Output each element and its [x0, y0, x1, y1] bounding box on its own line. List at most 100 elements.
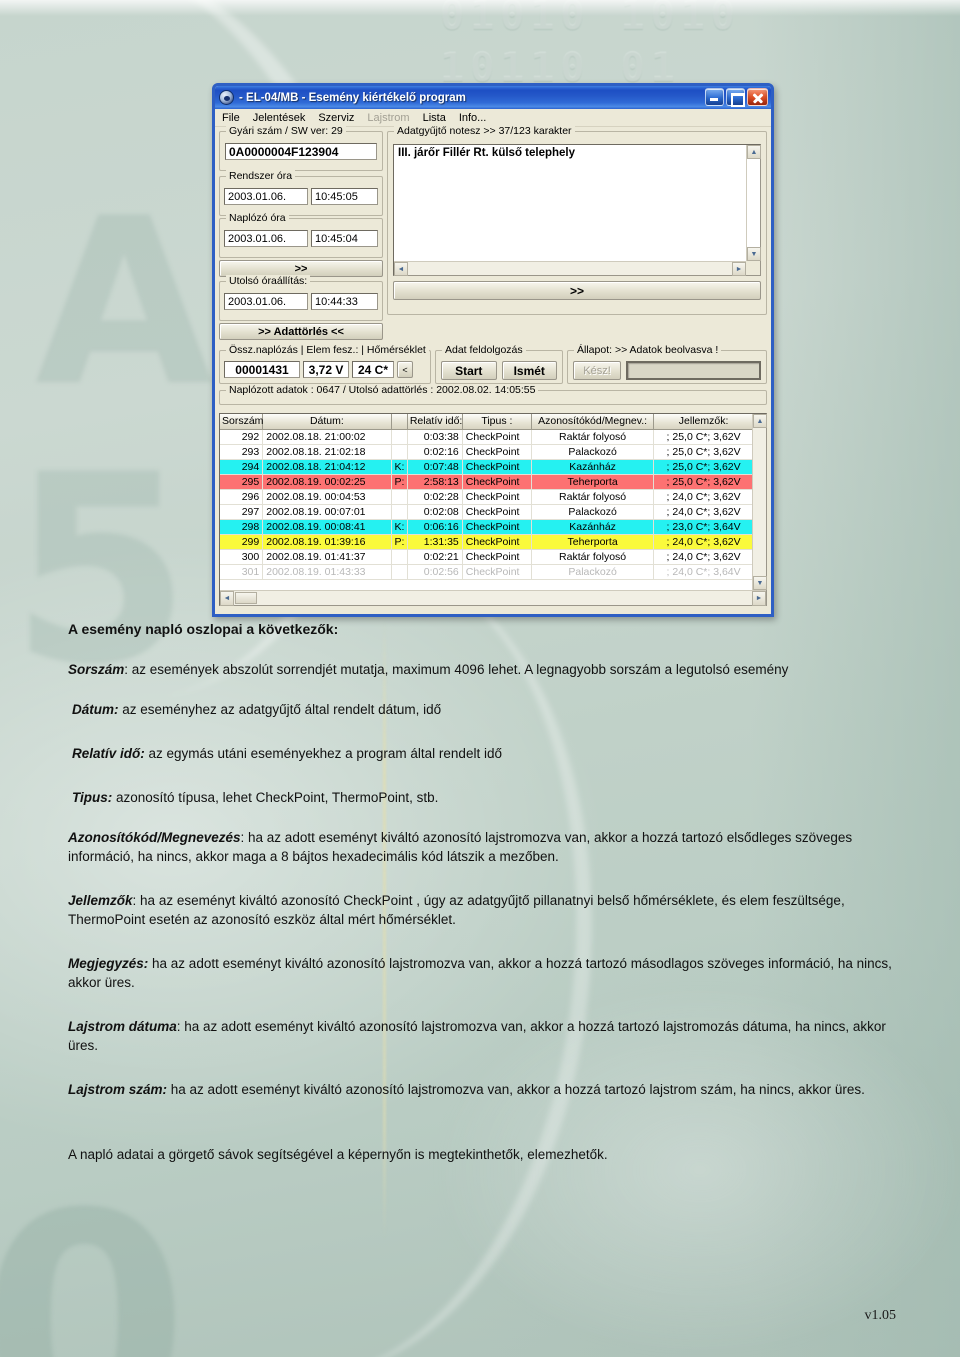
col-header-jellemzok[interactable]: Jellemzők:	[653, 414, 754, 430]
table-row[interactable]: 298 2002.08.19. 00:08:41 K: 0:06:16 CheckPoi…	[220, 519, 754, 535]
cell-relativ-ido: 0:02:08	[407, 504, 463, 520]
col-header-flag[interactable]	[391, 414, 408, 430]
table-row[interactable]: 296 2002.08.19. 00:04:53 0:02:28 CheckPoint…	[220, 489, 754, 505]
cell-tipus: CheckPoint	[462, 534, 533, 550]
cell-tipus: CheckPoint	[462, 564, 533, 580]
repeat-button[interactable]: Ismét	[501, 361, 557, 380]
last-clock-set-date: 2003.01.06.	[224, 293, 308, 310]
cell-relativ-ido: 0:02:56	[407, 564, 463, 580]
last-clock-set-time: 10:44:33	[311, 293, 378, 310]
menu-item-lajstrom: Lajstrom	[367, 111, 410, 124]
table-row[interactable]: 300 2002.08.19. 01:41:37 0:02:21 CheckPoint…	[220, 549, 754, 565]
menu-item-szerviz[interactable]: Szerviz	[318, 112, 354, 124]
cell-tipus: CheckPoint	[462, 429, 533, 445]
table-row[interactable]: 293 2002.08.18. 21:02:18 0:02:16 CheckPoint…	[220, 444, 754, 460]
table-row[interactable]: 297 2002.08.19. 00:07:01 0:02:08 CheckPoint…	[220, 504, 754, 520]
scroll-down-icon[interactable]: ▼	[747, 247, 761, 261]
cell-datum: 2002.08.19. 01:39:16	[262, 534, 392, 550]
scroll-right-icon[interactable]: ►	[732, 262, 746, 276]
cell-datum: 2002.08.19. 01:41:37	[262, 549, 392, 565]
grid-scroll-up-icon[interactable]: ▲	[753, 414, 767, 428]
doc-item: Dátum: az eseményhez az adatgyűjtő által…	[72, 700, 898, 719]
table-row[interactable]: 299 2002.08.19. 01:39:16 P: 1:31:35 CheckPoi…	[220, 534, 754, 550]
doc-intro: A esemény napló oszlopai a következők:	[68, 621, 339, 637]
cell-azonositokod: Raktár folyosó	[531, 549, 655, 565]
doc-item: Lajstrom szám: ha az adott eseményt kivá…	[68, 1080, 892, 1099]
doc-item: Megjegyzés: ha az adott eseményt kiváltó…	[68, 954, 892, 992]
cell-azonositokod: Teherporta	[531, 474, 655, 490]
col-header-azonositokod[interactable]: Azonosítókód/Megnev.:	[531, 414, 655, 430]
data-erase-button[interactable]: >> Adattörlés <<	[219, 323, 383, 340]
doc-item-list: Sorszám: az események abszolút sorrendjé…	[0, 660, 960, 1124]
cell-azonositokod: Kazánház	[531, 519, 655, 535]
cell-flag: K:	[391, 459, 408, 475]
maximize-button[interactable]	[726, 88, 745, 107]
grid-vertical-scrollbar[interactable]: ▲ ▼	[752, 414, 767, 590]
col-header-relativ-ido[interactable]: Relatív idő:	[407, 414, 463, 430]
cell-jellemzok: ; 24,0 C*; 3,64V	[653, 564, 754, 580]
doc-item-body: az eseményhez az adatgyűjtő által rendel…	[118, 702, 442, 717]
cell-sorszam: 293	[220, 444, 264, 460]
doc-item: Sorszám: az események abszolút sorrendjé…	[68, 660, 892, 679]
doc-closing: A napló adatai a görgető sávok segítségé…	[68, 1147, 608, 1162]
serial-number-field[interactable]: 0A0000004F123904	[225, 143, 377, 160]
grid-scroll-right-icon[interactable]: ►	[752, 591, 766, 606]
doc-item-body: : ha az adott eseményt kiváltó azonosító…	[68, 1019, 886, 1053]
table-row[interactable]: 294 2002.08.18. 21:04:12 K: 0:07:48 CheckPoi…	[220, 459, 754, 475]
table-row[interactable]: 295 2002.08.19. 00:02:25 P: 2:58:13 CheckPoi…	[220, 474, 754, 490]
table-body: 292 2002.08.18. 21:00:02 0:03:38 CheckPoint…	[220, 429, 754, 580]
cell-sorszam: 297	[220, 504, 264, 520]
doc-spacer	[0, 807, 960, 828]
grid-scroll-down-icon[interactable]: ▼	[753, 576, 767, 590]
cell-sorszam: 298	[220, 519, 264, 535]
stats-group-legend: Össz.naplózás | Elem fesz.: | Hőmérsékle…	[226, 344, 429, 356]
start-button[interactable]: Start	[441, 361, 497, 380]
cell-tipus: CheckPoint	[462, 474, 533, 490]
scroll-left-icon[interactable]: ◄	[394, 262, 408, 276]
close-button[interactable]	[747, 88, 768, 106]
notes-horizontal-scrollbar[interactable]: ◄ ►	[394, 261, 746, 276]
system-clock-legend: Rendszer óra	[226, 170, 296, 182]
doc-item-lead: Relatív idő:	[72, 746, 145, 761]
notes-send-button[interactable]: >>	[393, 281, 761, 300]
col-header-tipus[interactable]: Tipus :	[462, 414, 533, 430]
notes-textarea[interactable]: III. járőr Fillér Rt. külső telephely ▲ …	[393, 144, 761, 276]
table-row[interactable]: 292 2002.08.18. 21:00:02 0:03:38 CheckPoint…	[220, 429, 754, 445]
notes-vertical-scrollbar[interactable]: ▲ ▼	[746, 145, 761, 261]
stats-more-button[interactable]: <	[397, 361, 413, 378]
doc-spacer	[0, 679, 960, 700]
grid-scroll-left-icon[interactable]: ◄	[220, 591, 234, 606]
cell-tipus: CheckPoint	[462, 444, 533, 460]
menu-item-file[interactable]: File	[222, 112, 240, 124]
col-header-sorszam[interactable]: Sorszám	[220, 414, 263, 430]
event-log-grid[interactable]: Sorszám Dátum: Relatív idő: Tipus : Azon…	[219, 413, 767, 606]
cell-tipus: CheckPoint	[462, 489, 533, 505]
grid-horizontal-scrollbar[interactable]: ◄ ►	[220, 590, 766, 606]
cell-relativ-ido: 0:06:16	[407, 519, 463, 535]
doc-spacer	[0, 1055, 960, 1080]
total-log-count-field: 00001431	[224, 361, 300, 378]
col-header-datum[interactable]: Dátum:	[262, 414, 392, 430]
cell-flag	[391, 564, 408, 580]
doc-item: Azonosítókód/Megnevezés: ha az adott ese…	[68, 828, 892, 866]
system-clock-time: 10:45:05	[311, 188, 378, 205]
cell-jellemzok: ; 24,0 C*; 3,62V	[653, 489, 754, 505]
cell-datum: 2002.08.18. 21:00:02	[262, 429, 392, 445]
table-row[interactable]: 301 2002.08.19. 01:43:33 0:02:56 CheckPoint…	[220, 564, 754, 580]
grid-scroll-thumb[interactable]	[235, 592, 257, 604]
cell-sorszam: 301	[220, 564, 264, 580]
cell-datum: 2002.08.19. 00:02:25	[262, 474, 392, 490]
cell-sorszam: 294	[220, 459, 264, 475]
doc-item-lead: Lajstrom dátuma	[68, 1019, 177, 1034]
menu-item-lista[interactable]: Lista	[423, 112, 446, 124]
scroll-up-icon[interactable]: ▲	[747, 145, 761, 159]
menu-item-jelentesek[interactable]: Jelentések	[253, 112, 306, 124]
cell-relativ-ido: 2:58:13	[407, 474, 463, 490]
logger-clock-group: Naplózó óra 2003.01.06. 10:45:04	[219, 212, 383, 258]
left-panel-column: Gyári szám / SW ver: 29 0A0000004F123904…	[219, 125, 383, 344]
doc-item-body: az egymás utáni eseményekhez a program á…	[144, 746, 502, 761]
window-titlebar[interactable]: - EL-04/MB - Esemény kiértékelő program	[215, 86, 771, 109]
minimize-button[interactable]	[705, 88, 724, 106]
menu-item-info[interactable]: Info...	[459, 112, 487, 124]
doc-item-body: ha az adott eseményt kiváltó azonosító l…	[167, 1082, 865, 1097]
